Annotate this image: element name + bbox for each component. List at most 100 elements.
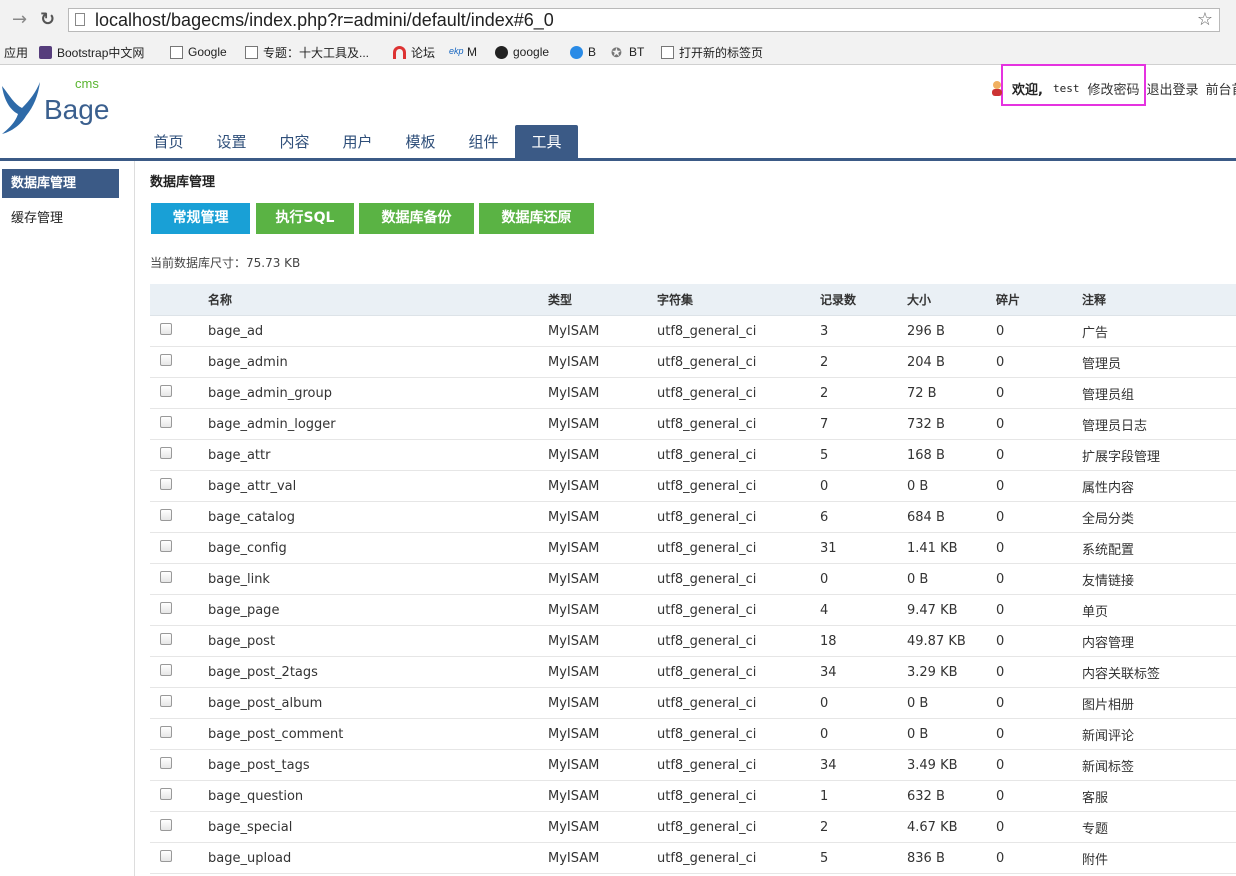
col-header-charset[interactable]: 字符集 (657, 284, 820, 316)
cell-comment: 新闻标签 (1082, 749, 1236, 781)
row-checkbox[interactable] (160, 447, 172, 459)
tab-tools[interactable]: 工具 (515, 125, 578, 159)
table-row[interactable]: bage_admin MyISAM utf8_general_ci 2 204 B 0 管理… (150, 346, 1236, 378)
col-header-name[interactable]: 名称 (208, 284, 548, 316)
cell-size: 168 B (907, 439, 996, 471)
execute-sql-button[interactable]: 执行SQL (256, 203, 354, 234)
table-row[interactable]: bage_special MyISAM utf8_general_ci 2 4.67 K… (150, 811, 1236, 843)
row-checkbox[interactable] (160, 726, 172, 738)
tab-content[interactable]: 内容 (263, 125, 326, 159)
row-checkbox[interactable] (160, 788, 172, 800)
table-row[interactable]: bage_admin_logger MyISAM utf8_general_ci 7 7… (150, 408, 1236, 440)
row-checkbox[interactable] (160, 354, 172, 366)
bookmark-bootstrap[interactable]: Bootstrap中文网 (39, 43, 144, 61)
forward-arrow-icon[interactable]: → (12, 8, 27, 32)
bookmark-topic[interactable]: 专题：十大工具及... (245, 43, 369, 61)
table-row[interactable]: bage_upload MyISAM utf8_general_ci 5 836 B0附… (150, 842, 1236, 874)
frontpage-link[interactable]: 前台首页 (1205, 79, 1236, 98)
table-row[interactable]: bage_question MyISAM utf8_general_ci 1 632 B… (150, 780, 1236, 812)
col-header-size[interactable]: 大小 (907, 284, 996, 316)
cell-charset: utf8_general_ci (657, 501, 820, 533)
cell-type: MyISAM (548, 811, 657, 843)
general-manage-button[interactable]: 常规管理 (151, 203, 250, 234)
col-header-type[interactable]: 类型 (548, 284, 657, 316)
table-row[interactable]: bage_catalog MyISAM utf8_general_ci 6 684 B0… (150, 501, 1236, 533)
bookmark-b[interactable]: B (570, 43, 596, 61)
cell-size: 3.49 KB (907, 749, 996, 781)
bookmark-star-icon[interactable]: ☆ (1197, 9, 1213, 30)
row-checkbox[interactable] (160, 819, 172, 831)
table-row[interactable]: bage_ad MyISAM utf8_general_ci 3 296 B 0 广告 (150, 315, 1236, 347)
row-checkbox[interactable] (160, 850, 172, 862)
row-checkbox[interactable] (160, 664, 172, 676)
bootstrap-icon (39, 45, 52, 59)
bookmark-google[interactable]: Google (170, 43, 227, 61)
db-restore-button[interactable]: 数据库还原 (479, 203, 594, 234)
cell-fragment: 0 (996, 377, 1082, 409)
row-checkbox[interactable] (160, 416, 172, 428)
cell-name: bage_admin (208, 346, 548, 378)
address-bar[interactable]: localhost/bagecms/index.php?r=admini/def… (68, 8, 1220, 32)
table-row[interactable]: bage_admin_group MyISAM utf8_general_ci 2 72… (150, 377, 1236, 409)
bookmark-label: 专题：十大工具及... (263, 45, 370, 60)
cell-records: 5 (820, 842, 907, 874)
cell-charset: utf8_general_ci (657, 656, 820, 688)
table-row[interactable]: bage_post_album MyISAM utf8_general_ci 0 0 B… (150, 687, 1236, 719)
page-icon (245, 45, 258, 59)
row-checkbox[interactable] (160, 509, 172, 521)
cell-type: MyISAM (548, 594, 657, 626)
table-row[interactable]: bage_post_2tags MyISAM utf8_general_ci 34 3.… (150, 656, 1236, 688)
row-checkbox[interactable] (160, 571, 172, 583)
cell-size: 0 B (907, 687, 996, 719)
table-row[interactable]: bage_attr_val MyISAM utf8_general_ci 0 0 B0属… (150, 470, 1236, 502)
bookmark-bt[interactable]: ✪ BT (611, 43, 644, 61)
table-row[interactable]: bage_page MyISAM utf8_general_ci 4 9.47 KB 0 单… (150, 594, 1236, 626)
cell-records: 5 (820, 439, 907, 471)
table-row[interactable]: bage_post_tags MyISAM utf8_general_ci 34 3.4… (150, 749, 1236, 781)
row-checkbox[interactable] (160, 323, 172, 335)
row-checkbox[interactable] (160, 540, 172, 552)
col-header-comment[interactable]: 注释 (1082, 284, 1236, 316)
bookmark-forum[interactable]: 论坛 (393, 43, 435, 61)
tab-users[interactable]: 用户 (326, 125, 389, 159)
cell-comment: 全局分类 (1082, 501, 1236, 533)
main-nav: 首页 设置 内容 用户 模板 组件 工具 (137, 125, 578, 159)
row-select-cell (150, 563, 208, 595)
page-icon (170, 45, 183, 59)
row-checkbox[interactable] (160, 602, 172, 614)
change-password-link[interactable]: 修改密码 (1087, 79, 1139, 98)
col-header-fragment[interactable]: 碎片 (996, 284, 1082, 316)
table-row[interactable]: bage_config MyISAM utf8_general_ci 31 1.41 K… (150, 532, 1236, 564)
table-row[interactable]: bage_link MyISAM utf8_general_ci 0 0 B 0 友情链接 (150, 563, 1236, 595)
table-row[interactable]: bage_post_comment MyISAM utf8_general_ci 0 0… (150, 718, 1236, 750)
nav-divider (0, 158, 1236, 161)
cell-fragment: 0 (996, 594, 1082, 626)
cell-name: bage_attr_val (208, 470, 548, 502)
row-checkbox[interactable] (160, 478, 172, 490)
db-backup-button[interactable]: 数据库备份 (359, 203, 474, 234)
url-text[interactable]: localhost/bagecms/index.php?r=admini/def… (95, 10, 554, 31)
tab-settings[interactable]: 设置 (200, 125, 263, 159)
sidebar-item-database[interactable]: 数据库管理 (2, 169, 119, 198)
cell-type: MyISAM (548, 470, 657, 502)
row-checkbox[interactable] (160, 633, 172, 645)
bookmark-github-google[interactable]: google (495, 43, 549, 61)
col-header-records[interactable]: 记录数 (820, 284, 907, 316)
row-checkbox[interactable] (160, 757, 172, 769)
sidebar-item-cache[interactable]: 缓存管理 (2, 204, 119, 233)
row-checkbox[interactable] (160, 695, 172, 707)
logout-link[interactable]: 退出登录 (1146, 79, 1198, 98)
table-row[interactable]: bage_attr MyISAM utf8_general_ci 5 168 B 0 扩展字… (150, 439, 1236, 471)
tab-components[interactable]: 组件 (452, 125, 515, 159)
row-select-cell (150, 811, 208, 843)
bookmark-m[interactable]: ekp M (449, 43, 477, 61)
row-checkbox[interactable] (160, 385, 172, 397)
tab-home[interactable]: 首页 (137, 125, 200, 159)
table-row[interactable]: bage_post MyISAM utf8_general_ci 18 49.87 KB… (150, 625, 1236, 657)
bagecms-logo[interactable]: cms Bage (0, 76, 110, 136)
reload-icon[interactable]: ↻ (40, 8, 55, 32)
tab-templates[interactable]: 模板 (389, 125, 452, 159)
star-badge-icon: ✪ (611, 44, 622, 60)
bookmark-apps[interactable]: 应用 (4, 43, 28, 61)
bookmark-newtab[interactable]: 打开新的标签页 (661, 43, 763, 61)
